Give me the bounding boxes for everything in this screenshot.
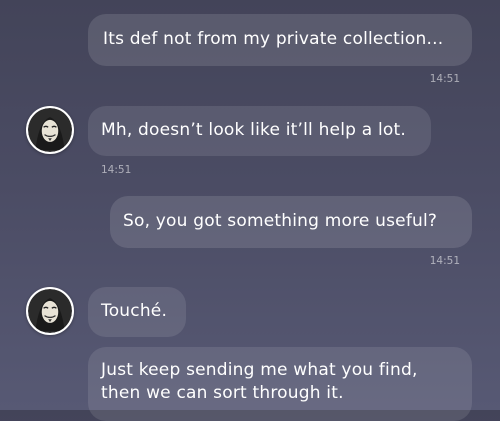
message-timestamp: 14:51 [429,255,460,267]
message-text: Its def not from my private collection..… [103,29,444,49]
guy-fawkes-mask-avatar-icon [28,289,72,333]
message-timestamp: 14:51 [429,73,460,85]
contact-avatar[interactable] [26,287,74,335]
contact-avatar[interactable] [26,106,74,154]
received-message-bubble[interactable]: Mh, doesn’t look like it’ll help a lot. [88,106,431,156]
message-text: Touché. [101,301,168,321]
received-message-bubble[interactable]: Touché. [88,287,186,337]
message-text: Mh, doesn’t look like it’ll help a lot. [101,120,406,140]
message-timestamp: 14:51 [101,164,132,176]
sent-message-bubble[interactable]: So, you got something more useful? [110,196,472,248]
message-text: Just keep sending me what you find, then… [101,360,418,403]
guy-fawkes-mask-avatar-icon [28,108,72,152]
chat-thread: Its def not from my private collection..… [0,0,500,421]
sent-message-bubble[interactable]: Its def not from my private collection..… [88,14,472,66]
message-text: So, you got something more useful? [123,211,438,231]
